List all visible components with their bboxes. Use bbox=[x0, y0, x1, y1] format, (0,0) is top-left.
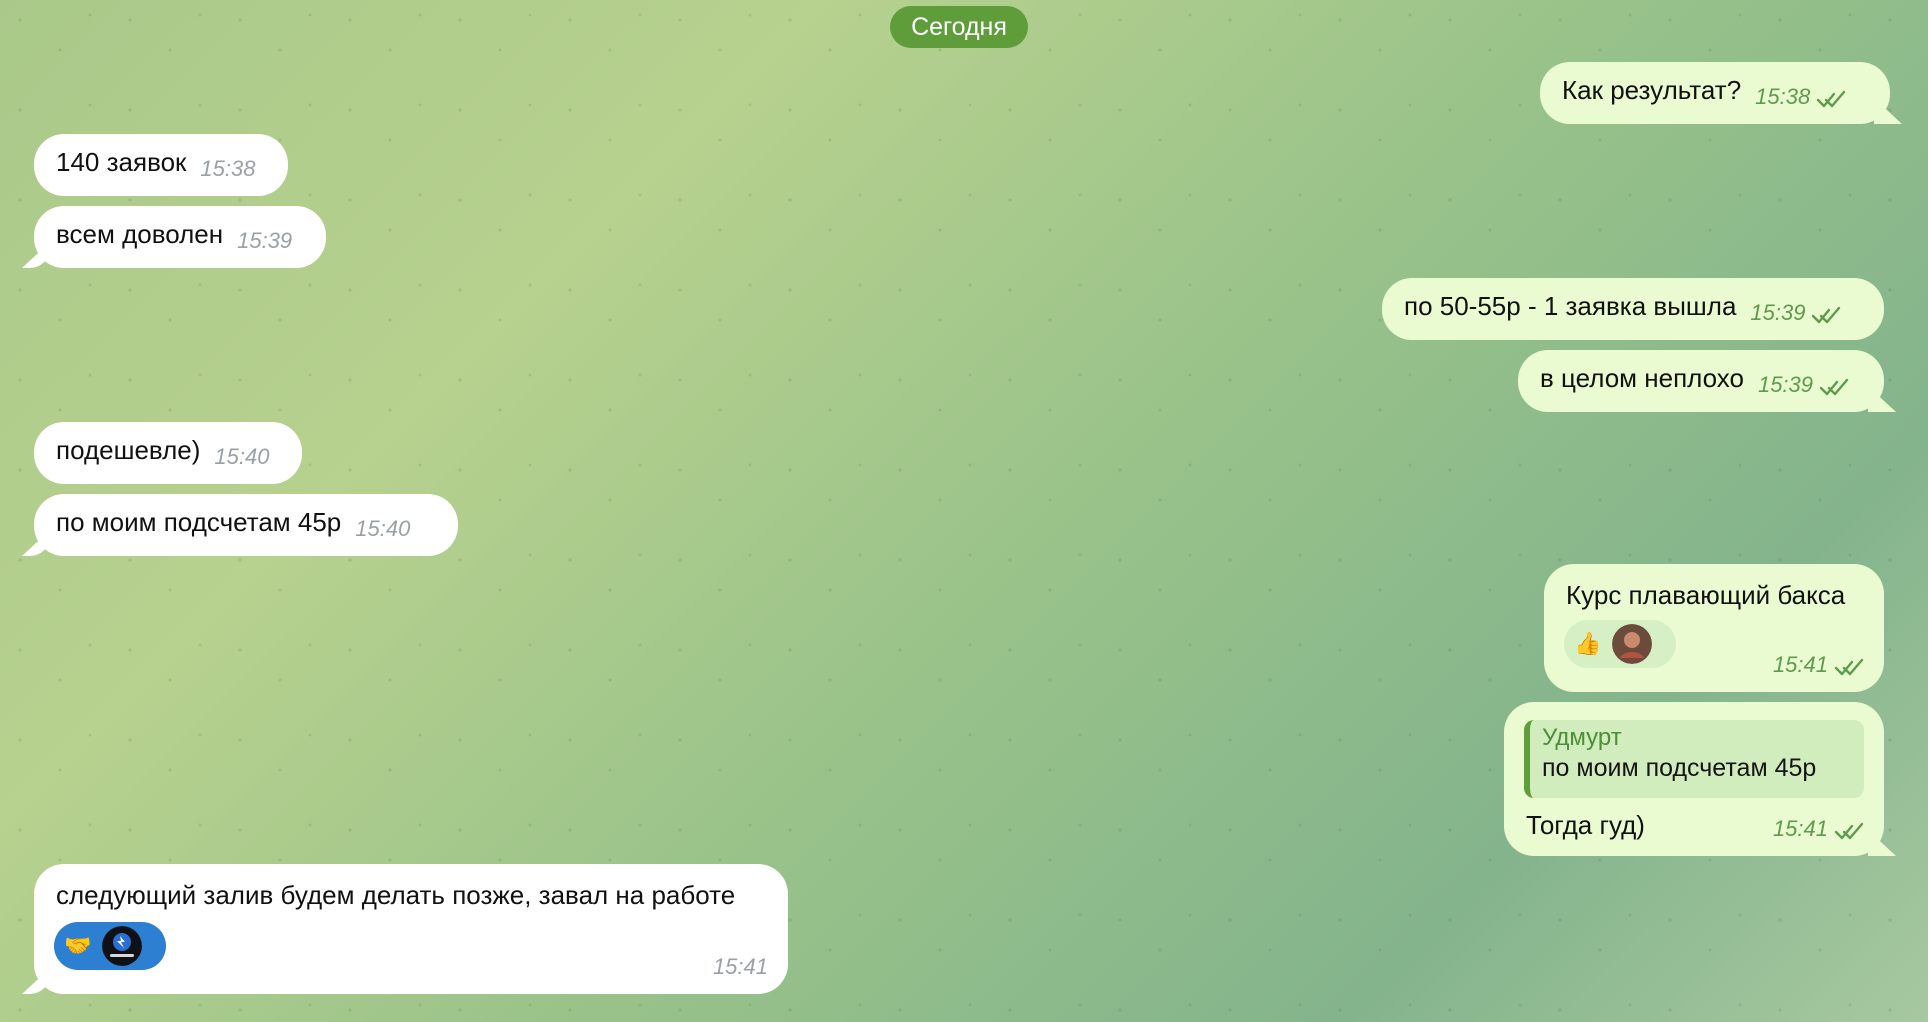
message-bubble[interactable]: всем доволен 15:39 bbox=[34, 206, 326, 268]
message-time: 15:39 bbox=[237, 227, 293, 253]
double-check-icon bbox=[1811, 304, 1841, 323]
reply-quote[interactable]: Удмурт по моим подсчетам 45р bbox=[1524, 720, 1864, 798]
message-bubble[interactable]: Как результат? 15:38 bbox=[1540, 62, 1890, 124]
avatar bbox=[102, 926, 142, 966]
message-text: в целом неплохо bbox=[1540, 362, 1744, 393]
double-check-icon bbox=[1819, 376, 1849, 395]
message-text: Тогда гуд) bbox=[1526, 810, 1645, 840]
thumbs-up-icon: 👍 bbox=[1574, 631, 1602, 656]
message-bubble[interactable]: в целом неплохо 15:39 bbox=[1518, 350, 1884, 412]
message-time: 15:40 bbox=[355, 515, 411, 541]
message-bubble[interactable]: 140 заявок 15:38 bbox=[34, 134, 288, 196]
message-text: Курс плавающий бакса bbox=[1566, 580, 1846, 610]
handshake-icon: 🤝 bbox=[64, 933, 92, 958]
message-text: всем доволен bbox=[56, 218, 224, 249]
message-text: 140 заявок bbox=[56, 146, 187, 177]
reaction-pill[interactable]: 🤝 bbox=[54, 922, 166, 970]
quote-text: по моим подсчетам 45р bbox=[1542, 753, 1817, 782]
message-bubble[interactable]: по моим подсчетам 45р 15:40 bbox=[34, 494, 458, 556]
message-time: 15:41 bbox=[712, 953, 768, 979]
message-time: 15:39 bbox=[1750, 299, 1806, 325]
message-time: 15:38 bbox=[1755, 83, 1811, 109]
message-text: по 50-55р - 1 заявка вышла bbox=[1404, 290, 1737, 321]
date-separator-chip: Сегодня bbox=[890, 6, 1028, 48]
message-text: следующий залив будем делать позже, зава… bbox=[56, 880, 736, 910]
message-bubble[interactable]: подешевле) 15:40 bbox=[34, 422, 302, 484]
double-check-icon bbox=[1834, 656, 1864, 675]
avatar bbox=[1612, 624, 1652, 664]
message-time: 15:41 bbox=[1772, 651, 1828, 677]
message-time: 15:39 bbox=[1757, 371, 1814, 397]
message-bubble[interactable]: по 50-55р - 1 заявка вышла 15:39 bbox=[1382, 278, 1884, 340]
message-text: подешевле) bbox=[56, 434, 201, 465]
message-text: по моим подсчетам 45р bbox=[56, 506, 342, 537]
quote-author: Удмурт bbox=[1542, 724, 1622, 751]
message-time: 15:38 bbox=[200, 155, 256, 181]
message-bubble[interactable]: Удмурт по моим подсчетам 45р Тогда гуд) … bbox=[1504, 702, 1884, 856]
message-time: 15:40 bbox=[214, 443, 270, 469]
message-time: 15:41 bbox=[1772, 815, 1828, 841]
message-bubble[interactable]: Курс плавающий бакса 👍 15:41 bbox=[1544, 564, 1884, 692]
message-bubble[interactable]: следующий залив будем делать позже, зава… bbox=[34, 864, 788, 994]
message-text: Как результат? bbox=[1562, 74, 1742, 105]
double-check-icon bbox=[1816, 88, 1846, 107]
double-check-icon bbox=[1834, 820, 1864, 839]
reaction-pill[interactable]: 👍 bbox=[1564, 620, 1676, 668]
